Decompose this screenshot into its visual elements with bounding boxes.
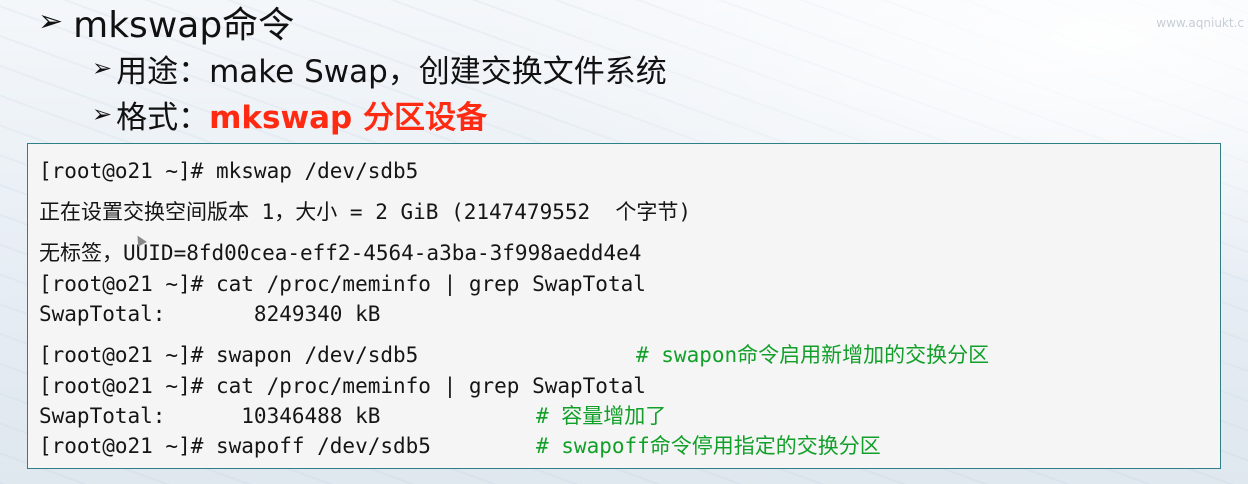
page-title: ➢ mkswap命令 xyxy=(38,0,294,46)
terminal-line: [root@o21 ~]# mkswap /dev/sdb5 xyxy=(39,159,419,183)
terminal-line: 正在设置交换空间版本 1，大小 = 2 GiB (2147479552 个字节) xyxy=(39,200,692,224)
bullet-arrow-icon: ➢ xyxy=(92,100,113,128)
terminal-line: [root@o21 ~]# swapoff /dev/sdb5 xyxy=(39,434,431,458)
title-text: mkswap命令 xyxy=(73,5,295,46)
terminal-line: 无标签，UUID=8fd00cea-eff2-4564-a3ba-3f998ae… xyxy=(39,241,642,265)
terminal-line: [root@o21 ~]# cat /proc/meminfo | grep S… xyxy=(39,272,646,296)
format-value: mkswap 分区设备 xyxy=(209,99,488,136)
terminal-comment: # 容量增加了 xyxy=(536,404,667,428)
format-row: ➢ 格式： mkswap 分区设备 xyxy=(92,92,487,136)
terminal-line: SwapTotal: 8249340 kB xyxy=(39,302,381,326)
terminal-line: [root@o21 ~]# cat /proc/meminfo | grep S… xyxy=(39,374,646,398)
terminal-comment: # swapoff命令停用指定的交换分区 xyxy=(536,434,881,458)
bullet-arrow-icon: ➢ xyxy=(92,54,113,82)
terminal-output-box: [root@o21 ~]# mkswap /dev/sdb5 正在设置交换空间版… xyxy=(27,143,1221,469)
terminal-line: [root@o21 ~]# swapon /dev/sdb5 xyxy=(39,343,419,367)
watermark: www.aqniukt.c xyxy=(1156,16,1244,30)
terminal-comment: # swapon命令启用新增加的交换分区 xyxy=(636,343,990,367)
usage-label: 用途： xyxy=(116,53,210,90)
bullet-arrow-icon: ➢ xyxy=(38,4,64,39)
format-label: 格式： xyxy=(116,99,210,136)
usage-row: ➢ 用途： make Swap，创建交换文件系统 xyxy=(92,46,667,90)
terminal-line: SwapTotal: 10346488 kB xyxy=(39,404,381,428)
usage-value: make Swap，创建交换文件系统 xyxy=(209,53,667,90)
